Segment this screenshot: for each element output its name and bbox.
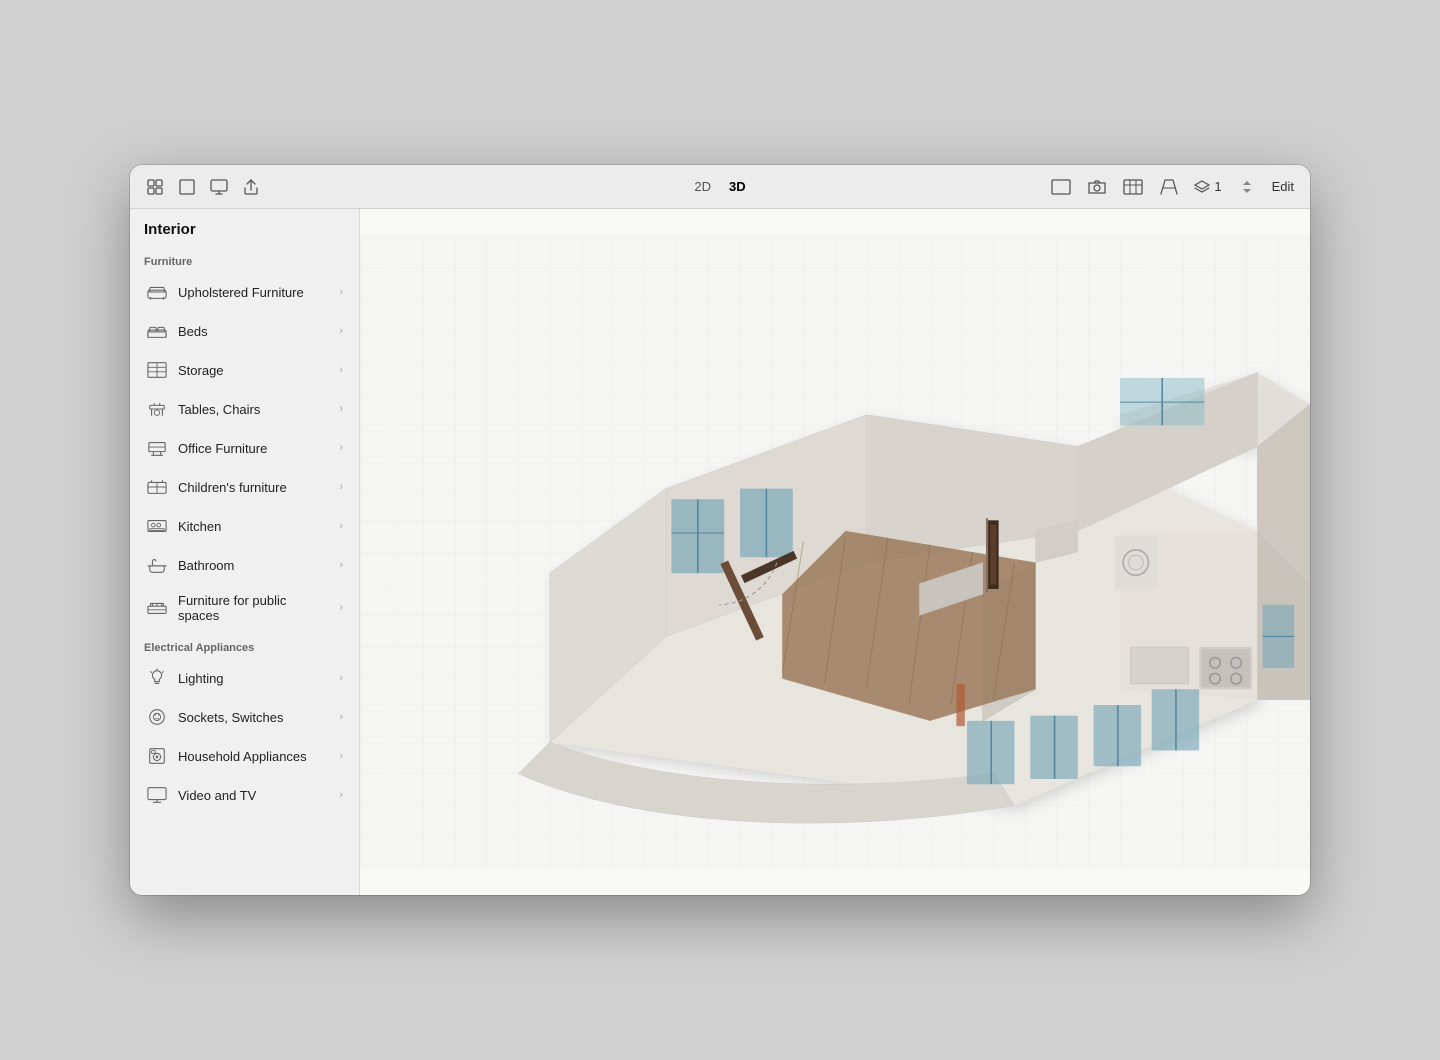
- sidebar-item-kitchen[interactable]: Kitchen ›: [136, 507, 353, 545]
- socket-icon: [146, 706, 168, 728]
- section-electrical-header: Electrical Appliances: [130, 632, 359, 658]
- public-spaces-label: Furniture for public spaces: [178, 593, 329, 623]
- chevron-icon: ›: [339, 559, 343, 571]
- sidebar-item-lighting[interactable]: Lighting ›: [136, 659, 353, 697]
- sidebar-item-video-tv[interactable]: Video and TV ›: [136, 776, 353, 814]
- kitchen-label: Kitchen: [178, 519, 329, 534]
- view-2d-button[interactable]: 2D: [688, 177, 717, 196]
- sidebar-item-office-furniture[interactable]: Office Furniture ›: [136, 429, 353, 467]
- tv-icon: [146, 784, 168, 806]
- chevron-icon: ›: [339, 750, 343, 762]
- stepper-icon[interactable]: [1236, 176, 1258, 198]
- upholstered-furniture-label: Upholstered Furniture: [178, 285, 329, 300]
- toolbar-center: 2D 3D: [688, 177, 751, 196]
- office-furniture-label: Office Furniture: [178, 441, 329, 456]
- kitchen-icon: [146, 515, 168, 537]
- layers-button[interactable]: 1: [1194, 179, 1221, 194]
- storage-icon: [146, 359, 168, 381]
- chevron-icon: ›: [339, 602, 343, 614]
- public-icon: [146, 597, 168, 619]
- chevron-icon: ›: [339, 672, 343, 684]
- chevron-icon: ›: [339, 481, 343, 493]
- sidebar-title: Interior: [130, 209, 359, 246]
- childrens-furniture-label: Children's furniture: [178, 480, 329, 495]
- sidebar-item-household-appliances[interactable]: Household Appliances ›: [136, 737, 353, 775]
- monitor-icon[interactable]: [210, 178, 228, 196]
- toolbar: 2D 3D: [130, 165, 1310, 209]
- sidebar-item-bathroom[interactable]: Bathroom ›: [136, 546, 353, 584]
- sidebar-item-childrens-furniture[interactable]: Children's furniture ›: [136, 468, 353, 506]
- sofa-icon: [146, 281, 168, 303]
- room-svg: [360, 209, 1310, 895]
- sidebar-item-public-spaces[interactable]: Furniture for public spaces ›: [136, 585, 353, 631]
- appliance-icon: [146, 745, 168, 767]
- childrens-icon: [146, 476, 168, 498]
- bed-icon: [146, 320, 168, 342]
- chevron-icon: ›: [339, 403, 343, 415]
- office-icon: [146, 437, 168, 459]
- sidebar-item-tables-chairs[interactable]: Tables, Chairs ›: [136, 390, 353, 428]
- bathroom-icon: [146, 554, 168, 576]
- sockets-switches-label: Sockets, Switches: [178, 710, 329, 725]
- storage-label: Storage: [178, 363, 329, 378]
- chevron-icon: ›: [339, 286, 343, 298]
- household-appliances-label: Household Appliances: [178, 749, 329, 764]
- sidebar: Interior Furniture Upholstered Furniture…: [130, 209, 360, 895]
- layout-icon-2[interactable]: [178, 178, 196, 196]
- floorplan-icon[interactable]: [1050, 176, 1072, 198]
- camera-icon[interactable]: [1086, 176, 1108, 198]
- edit-button[interactable]: Edit: [1272, 179, 1294, 194]
- canvas-area[interactable]: [360, 209, 1310, 895]
- app-window: 2D 3D: [130, 165, 1310, 895]
- sidebar-item-upholstered-furniture[interactable]: Upholstered Furniture ›: [136, 273, 353, 311]
- sidebar-item-sockets-switches[interactable]: Sockets, Switches ›: [136, 698, 353, 736]
- chevron-icon: ›: [339, 364, 343, 376]
- lighting-label: Lighting: [178, 671, 329, 686]
- toolbar-right: 1 Edit: [768, 176, 1294, 198]
- sidebar-item-storage[interactable]: Storage ›: [136, 351, 353, 389]
- view-3d-button[interactable]: 3D: [723, 177, 752, 196]
- chevron-icon: ›: [339, 442, 343, 454]
- sidebar-item-beds[interactable]: Beds ›: [136, 312, 353, 350]
- chevron-icon: ›: [339, 520, 343, 532]
- layout-icon-1[interactable]: [146, 178, 164, 196]
- main-content: Interior Furniture Upholstered Furniture…: [130, 209, 1310, 895]
- table-icon: [146, 398, 168, 420]
- bathroom-label: Bathroom: [178, 558, 329, 573]
- beds-label: Beds: [178, 324, 329, 339]
- chevron-icon: ›: [339, 789, 343, 801]
- video-tv-label: Video and TV: [178, 788, 329, 803]
- toolbar-left: [146, 178, 672, 196]
- layers-count: 1: [1214, 179, 1221, 194]
- walls-icon[interactable]: [1158, 176, 1180, 198]
- lighting-icon: [146, 667, 168, 689]
- chevron-icon: ›: [339, 325, 343, 337]
- section-furniture-header: Furniture: [130, 246, 359, 272]
- chevron-icon: ›: [339, 711, 343, 723]
- share-icon[interactable]: [242, 178, 260, 196]
- grid-icon[interactable]: [1122, 176, 1144, 198]
- tables-chairs-label: Tables, Chairs: [178, 402, 329, 417]
